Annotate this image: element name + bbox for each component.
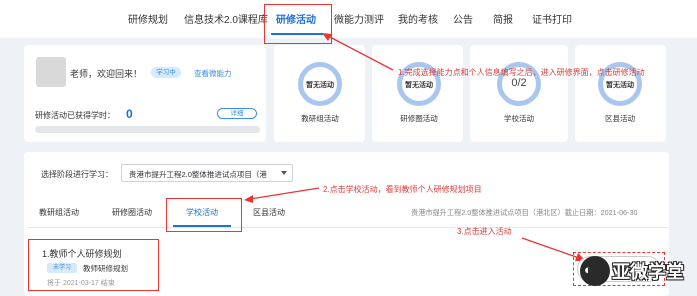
nav-item-announcements[interactable]: 公告 [453,11,473,26]
tab-research-circle[interactable]: 研修圈活动 [112,207,152,218]
nav-item-course-library[interactable]: 信息技术2.0课程库 [184,11,268,26]
ring-center-text: 暂无活动 [306,82,334,89]
hours-progress-bar [35,126,260,133]
chevron-down-icon [281,171,287,175]
annotation-arrow-2 [244,187,320,203]
nav-item-my-assessment[interactable]: 我的考核 [398,11,438,26]
ring-label-school: 学校活动 [504,114,534,123]
avatar [36,57,66,87]
hours-value: 0 [126,107,133,121]
status-badge: 学习中 [151,67,181,78]
annotation-step-3: 3.点击进入活动 [457,227,512,236]
ring-center-text: 暂无活动 [405,82,433,89]
annotation-arrow-1 [322,33,394,71]
tab-district[interactable]: 区县活动 [253,207,285,218]
nav-item-ability-test[interactable]: 微能力测评 [334,11,384,26]
phase-selector-label: 选择阶段进行学习： [41,170,113,179]
detail-button[interactable]: 详细 [217,108,257,119]
activity-item-name: 教师研修规划 [83,264,128,273]
ring-center-count: 0/2 [511,77,527,89]
nav-item-briefing[interactable]: 简报 [493,11,513,26]
annotation-step-1: 1.完成选择能力点和个人信息填写之后，进入研修界面，点击研修活动 [398,68,645,77]
ring-label-district: 区县活动 [605,114,635,123]
ring-center-text: 暂无活动 [606,82,634,89]
annotation-box-school-tab [166,198,242,232]
phase-select-value: 贵港市提升工程2.0整体推进试点项目（港北区） [129,170,267,179]
tab-teaching-group[interactable]: 教研组活动 [39,207,79,218]
activity-item-end-date: 将于 2021-03-17 结束 [47,280,115,287]
project-deadline-info: 贵港市提升工程2.0整体推进试点项目（港北区）截止日期：2021-06-30 [411,208,638,217]
nav-item-certificate-print[interactable]: 证书打印 [532,11,572,26]
hours-label: 研修活动已获得学时： [35,111,115,120]
ring-label-research-circle: 研修圈活动 [400,114,438,123]
ring-label-teaching-group: 教研组活动 [301,114,339,123]
watermark-logo-icon: ◐ [584,262,592,277]
activity-item-title[interactable]: 1.教师个人研修规划 [42,247,122,260]
view-ability-link[interactable]: 查看微能力 [194,68,232,79]
unlearned-badge: 未学习 [47,263,77,273]
teacher-greeting: 老师，欢迎回来！ [70,69,143,79]
watermark-text: 亚微学堂 [612,262,684,282]
annotation-step-2: 2.点击学校活动，看到教师个人研修规划项目 [323,185,482,194]
nav-item-plan[interactable]: 研修规划 [128,11,168,26]
tabs-divider [28,227,668,228]
